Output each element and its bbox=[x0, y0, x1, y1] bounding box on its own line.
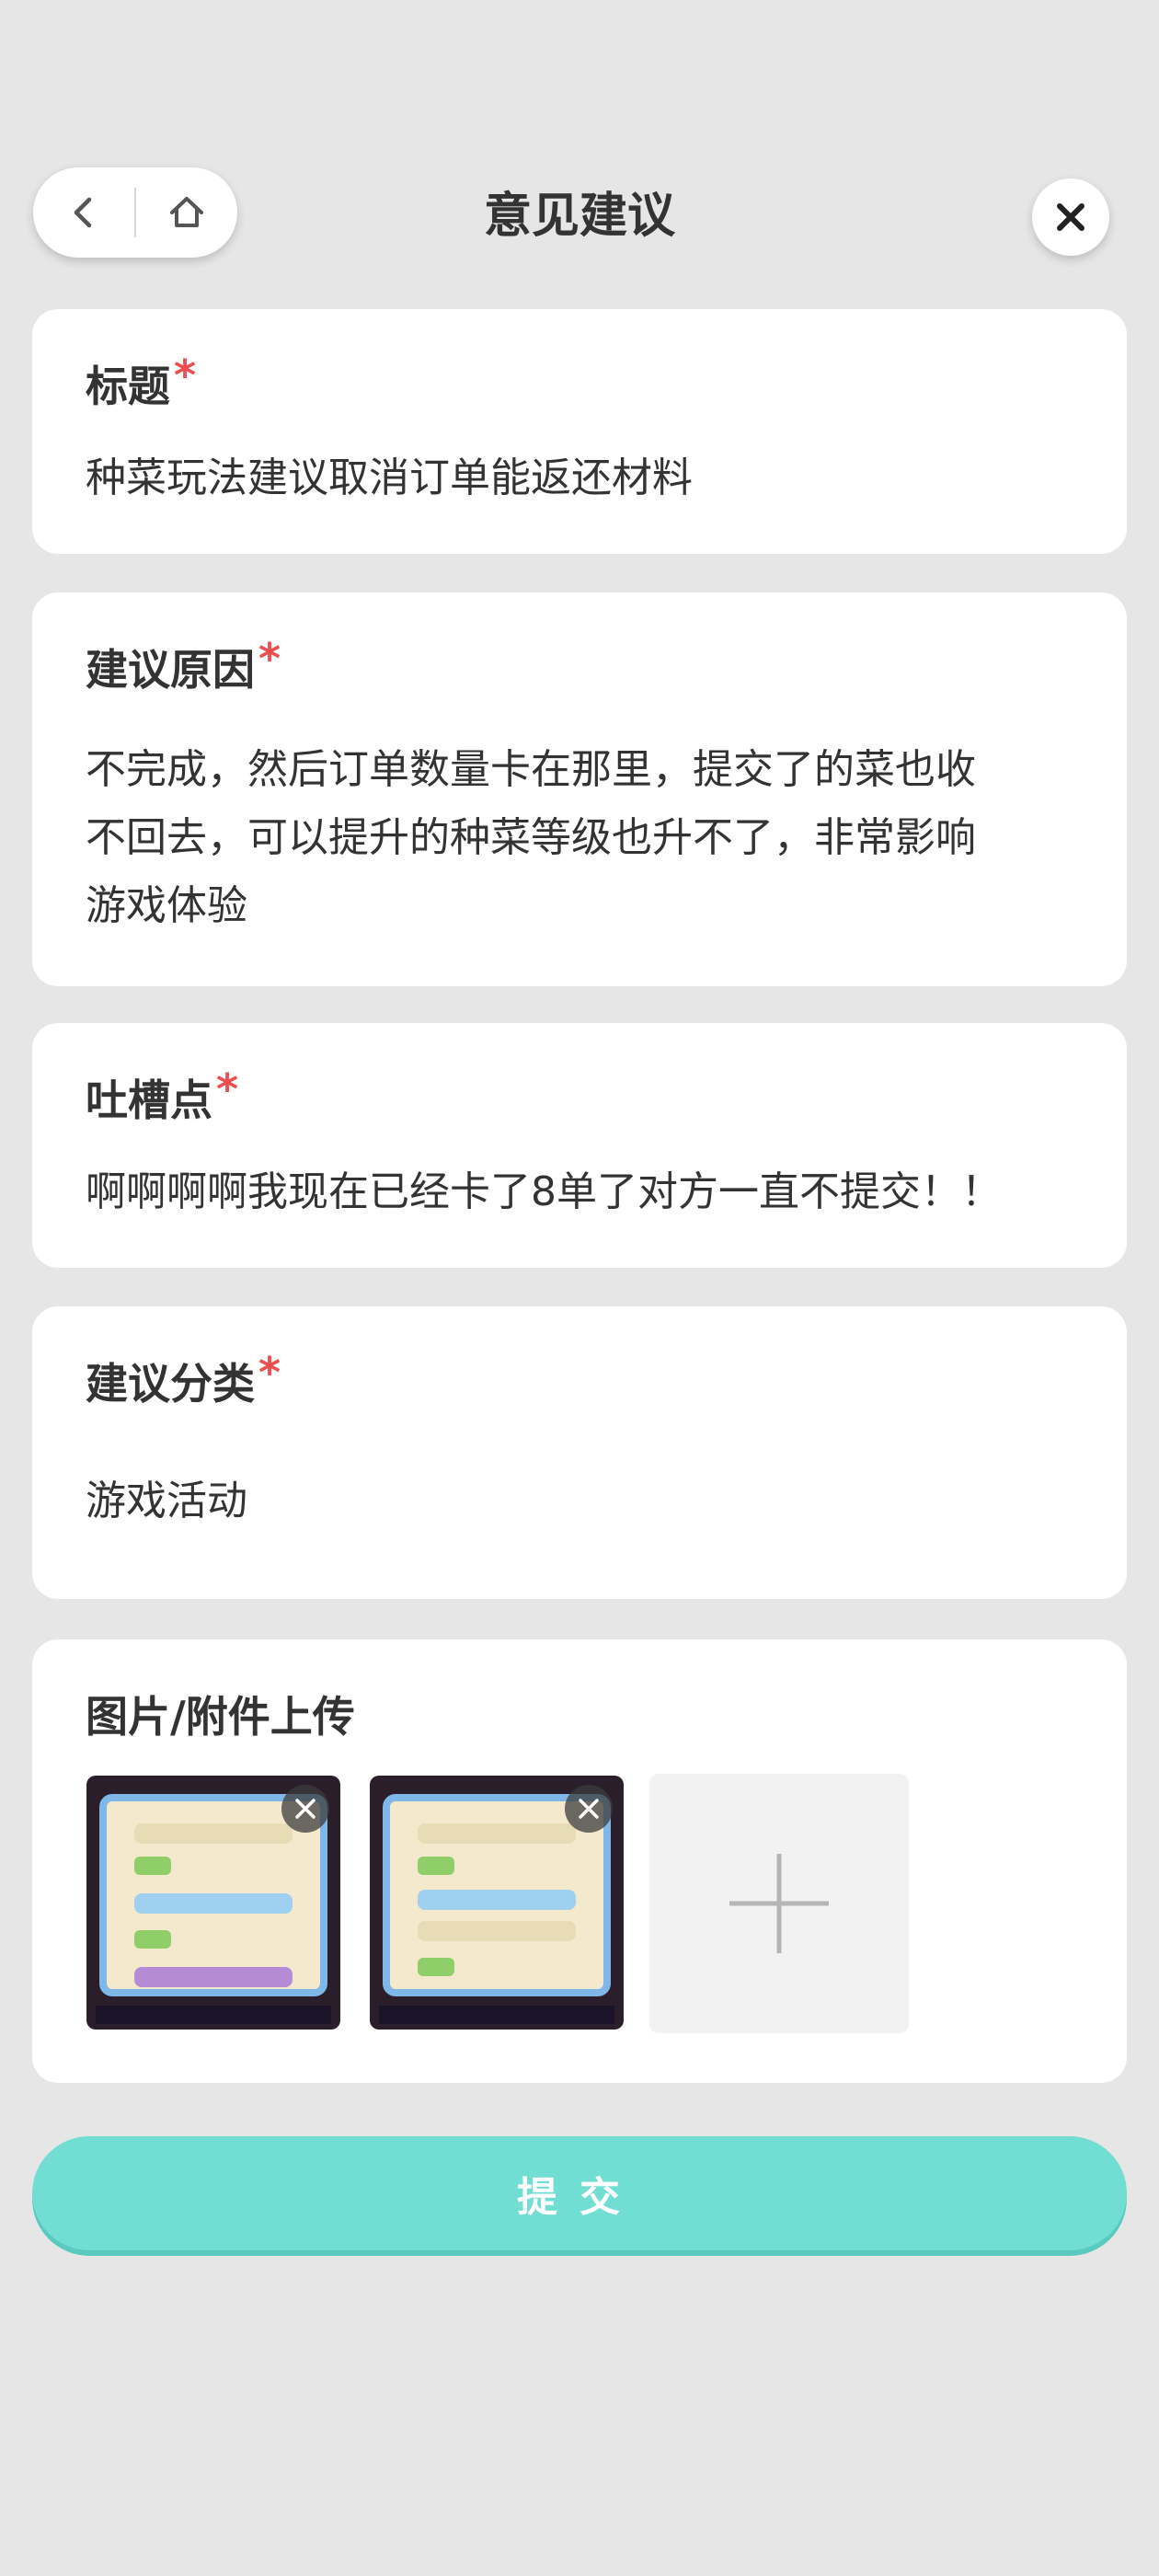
attachment-thumbnail[interactable] bbox=[370, 1776, 624, 2030]
reason-card: 建议原因* 不完成，然后订单数量卡在那里，提交了的菜也收 不回去，可以提升的种菜… bbox=[32, 592, 1127, 986]
reason-line: 不回去，可以提升的种菜等级也升不了，非常影响 bbox=[86, 814, 976, 861]
required-mark: * bbox=[258, 634, 281, 684]
required-mark: * bbox=[174, 351, 197, 400]
remove-attachment-button[interactable] bbox=[565, 1785, 613, 1833]
close-button[interactable] bbox=[1032, 178, 1109, 256]
reason-line: 游戏体验 bbox=[86, 882, 247, 929]
title-card: 标题* 种菜玩法建议取消订单能返还材料 bbox=[32, 309, 1127, 554]
attachment-thumbnail[interactable] bbox=[86, 1776, 340, 2030]
title-input[interactable]: 种菜玩法建议取消订单能返还材料 bbox=[86, 445, 1081, 512]
complaint-card: 吐槽点* 啊啊啊啊我现在已经卡了8单了对方一直不提交！！ bbox=[32, 1023, 1127, 1268]
required-mark: * bbox=[216, 1064, 239, 1114]
reason-line: 不完成，然后订单数量卡在那里，提交了的菜也收 bbox=[86, 746, 976, 793]
required-mark: * bbox=[258, 1348, 281, 1397]
complaint-label: 吐槽点 bbox=[86, 1075, 212, 1125]
category-label: 建议分类 bbox=[86, 1359, 255, 1409]
upload-label: 图片/附件上传 bbox=[86, 1692, 355, 1742]
reason-textarea[interactable]: 不完成，然后订单数量卡在那里，提交了的菜也收 不回去，可以提升的种菜等级也升不了… bbox=[86, 723, 1081, 940]
close-icon bbox=[1057, 203, 1084, 231]
plus-icon bbox=[729, 1854, 829, 1953]
category-select[interactable]: 游戏活动 bbox=[86, 1468, 1081, 1535]
remove-attachment-button[interactable] bbox=[281, 1785, 329, 1833]
complaint-input[interactable]: 啊啊啊啊我现在已经卡了8单了对方一直不提交！！ bbox=[86, 1159, 1081, 1225]
category-card: 建议分类* 游戏活动 bbox=[32, 1306, 1127, 1599]
close-icon bbox=[579, 1799, 599, 1819]
close-icon bbox=[295, 1799, 316, 1819]
title-label: 标题 bbox=[86, 362, 170, 411]
submit-button[interactable]: 提交 bbox=[32, 2136, 1127, 2250]
reason-label: 建议原因 bbox=[86, 645, 255, 695]
add-attachment-button[interactable] bbox=[649, 1774, 909, 2033]
page-title: 意见建议 bbox=[483, 189, 675, 244]
